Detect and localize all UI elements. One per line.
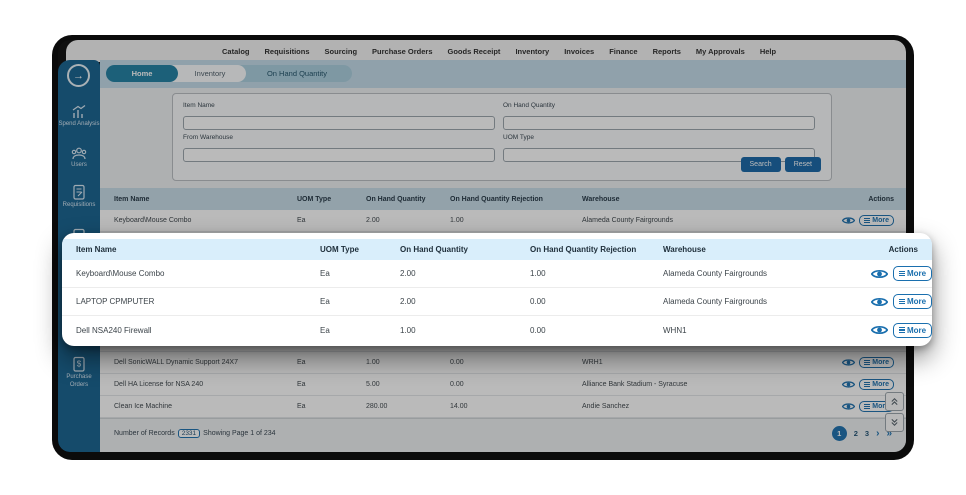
- popup-table-row[interactable]: LAPTOP CPMPUTER Ea 2.00 0.00 Alameda Cou…: [62, 288, 932, 316]
- more-button[interactable]: More: [893, 266, 932, 281]
- more-icon: [899, 327, 905, 333]
- view-eye-icon[interactable]: [871, 296, 888, 308]
- more-icon: [899, 298, 905, 305]
- more-button[interactable]: More: [893, 294, 932, 309]
- more-icon: [899, 270, 905, 277]
- popup-table-row[interactable]: Dell NSA240 Firewall Ea 1.00 0.00 WHN1 M…: [62, 316, 932, 344]
- popup-table-row[interactable]: Keyboard\Mouse Combo Ea 2.00 1.00 Alamed…: [62, 260, 932, 288]
- popup-table-header: Item Name UOM Type On Hand Quantity On H…: [62, 239, 932, 260]
- spotlight-table-popup: Item Name UOM Type On Hand Quantity On H…: [62, 233, 932, 346]
- view-eye-icon[interactable]: [871, 324, 888, 336]
- more-button[interactable]: More: [893, 322, 932, 338]
- page: Catalog Requisitions Sourcing Purchase O…: [0, 0, 966, 495]
- view-eye-icon[interactable]: [871, 268, 888, 280]
